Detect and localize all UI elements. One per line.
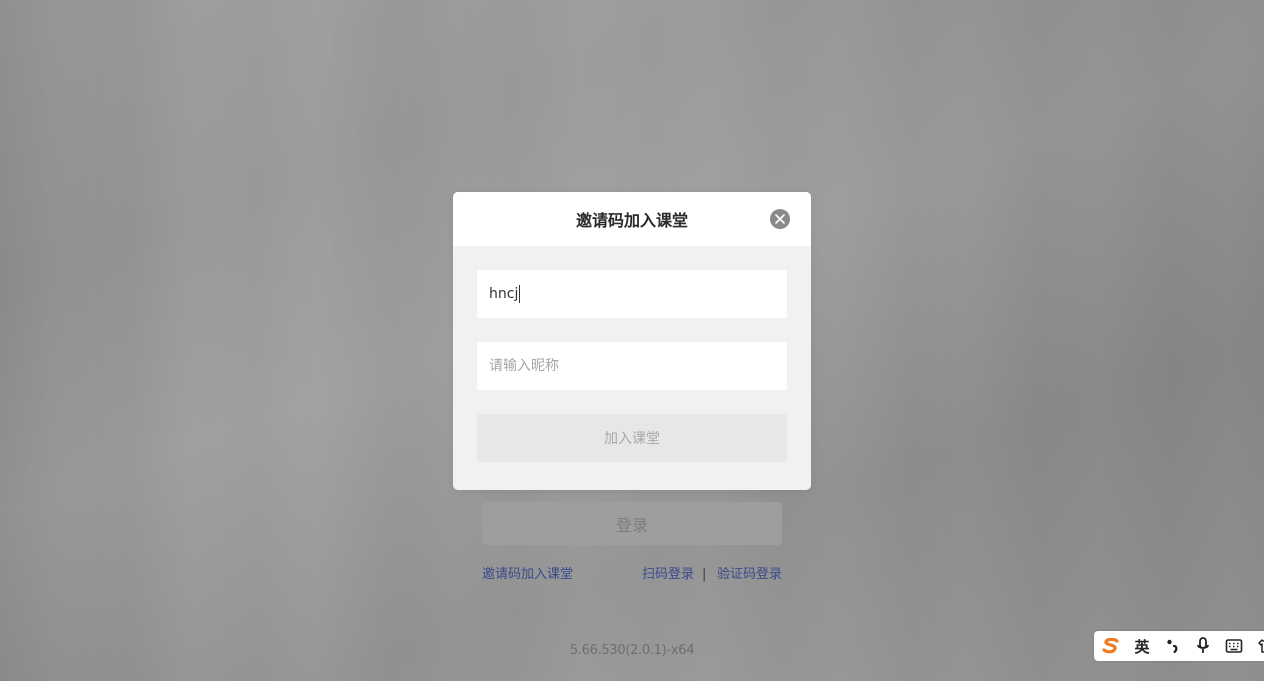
version-label: 5.66.530(2.0.1)-x64 xyxy=(569,643,695,658)
language-toggle[interactable]: 英 xyxy=(1133,636,1152,656)
invite-code-field[interactable]: hncj xyxy=(477,270,787,318)
punctuation-icon[interactable] xyxy=(1163,636,1182,656)
scan-login-link[interactable]: 扫码登录 xyxy=(642,566,694,584)
microphone-icon[interactable] xyxy=(1194,636,1213,656)
keyboard-icon[interactable] xyxy=(1225,636,1244,656)
invite-code-join-link[interactable]: 邀请码加入课堂 xyxy=(482,566,573,584)
invite-join-dialog: 邀请码加入课堂 hncj 加入课堂 xyxy=(453,192,811,490)
ime-toolbar: 英 xyxy=(1094,631,1264,661)
dialog-title: 邀请码加入课堂 xyxy=(575,211,688,230)
sogou-logo-icon[interactable] xyxy=(1102,636,1121,656)
close-button[interactable] xyxy=(770,209,790,229)
code-login-link[interactable]: 验证码登录 xyxy=(717,566,782,584)
text-caret xyxy=(519,285,521,303)
nickname-field[interactable] xyxy=(477,342,787,390)
dialog-header: 邀请码加入课堂 xyxy=(453,192,811,246)
login-button[interactable]: 登录 xyxy=(482,502,782,545)
link-separator: | xyxy=(702,567,707,582)
clothing-skin-icon[interactable] xyxy=(1255,636,1264,656)
invite-code-input[interactable]: hncj xyxy=(489,286,518,302)
nickname-input[interactable] xyxy=(489,358,775,374)
close-icon xyxy=(775,214,785,224)
join-class-button[interactable]: 加入课堂 xyxy=(477,414,787,462)
